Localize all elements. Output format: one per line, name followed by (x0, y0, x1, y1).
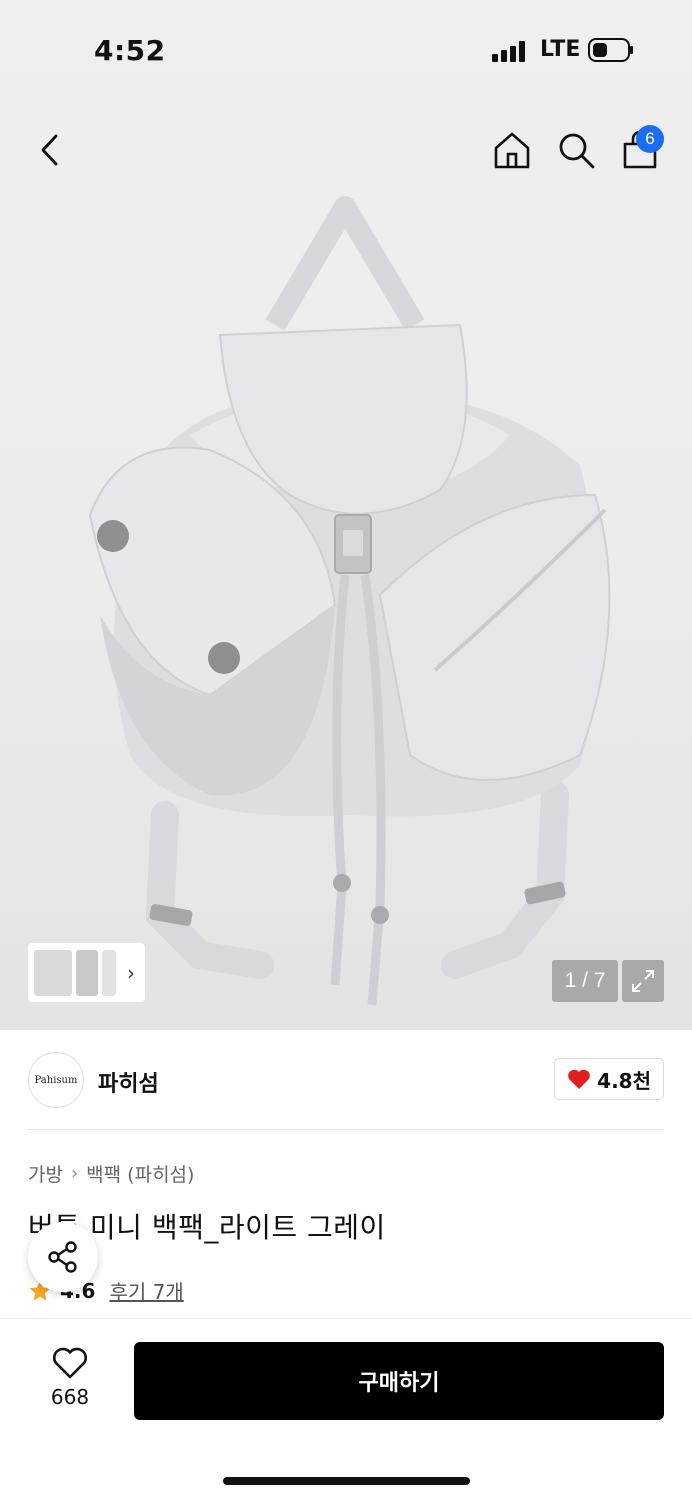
product-image-area[interactable]: 4:52 LTE 6 › 1 / 7 (0, 0, 692, 1030)
divider (28, 1129, 664, 1130)
search-icon (559, 133, 595, 169)
top-navbar: 6 (0, 118, 692, 188)
bottom-action-bar: 668 구매하기 (0, 1318, 692, 1500)
product-image (88, 196, 611, 1006)
signal-icon (492, 40, 528, 62)
wishlist-button[interactable]: 668 (30, 1347, 110, 1409)
back-button[interactable] (26, 126, 74, 174)
brand-like-button[interactable]: 4.8천 (554, 1058, 664, 1100)
buy-button[interactable]: 구매하기 (134, 1342, 664, 1420)
expand-icon (632, 970, 654, 992)
breadcrumb-subcategory[interactable]: 백팩 (파히섬) (86, 1160, 194, 1187)
network-label: LTE (540, 37, 581, 62)
fullscreen-button[interactable] (622, 960, 664, 1002)
share-button[interactable] (28, 1222, 98, 1292)
thumbnail-1[interactable] (34, 949, 72, 996)
brand-logo[interactable]: Pahisum (28, 1052, 84, 1108)
chevron-right-icon: › (70, 1163, 79, 1184)
image-counter: 1 / 7 (552, 960, 618, 1002)
home-button[interactable] (488, 126, 536, 174)
status-time: 4:52 (94, 34, 166, 67)
battery-icon (588, 38, 634, 62)
breadcrumb-category[interactable]: 가방 (28, 1160, 63, 1187)
thumbnail-3[interactable] (102, 949, 116, 996)
reviews-link[interactable]: 후기 7개 (109, 1276, 183, 1305)
brand-like-count: 4.8천 (597, 1068, 651, 1093)
brand-name[interactable]: 파히섬 (98, 1066, 159, 1098)
breadcrumb: 가방 › 백팩 (파히섬) (28, 1160, 194, 1187)
cart-count-badge: 6 (636, 125, 664, 153)
brand-row: Pahisum 파히섬 4.8천 (28, 1052, 664, 1112)
thumbnail-2[interactable] (76, 949, 98, 996)
share-icon (48, 1241, 77, 1273)
home-icon (494, 132, 530, 169)
home-indicator (223, 1477, 470, 1485)
chevron-left-icon (41, 134, 58, 166)
chevron-right-icon: › (127, 961, 135, 985)
status-bar: 4:52 LTE (0, 0, 692, 100)
heart-icon (568, 1069, 590, 1089)
image-thumbnail-strip[interactable]: › (28, 943, 145, 1002)
search-button[interactable] (552, 126, 600, 174)
wishlist-count: 668 (50, 1385, 90, 1409)
heart-outline-icon (53, 1347, 87, 1379)
